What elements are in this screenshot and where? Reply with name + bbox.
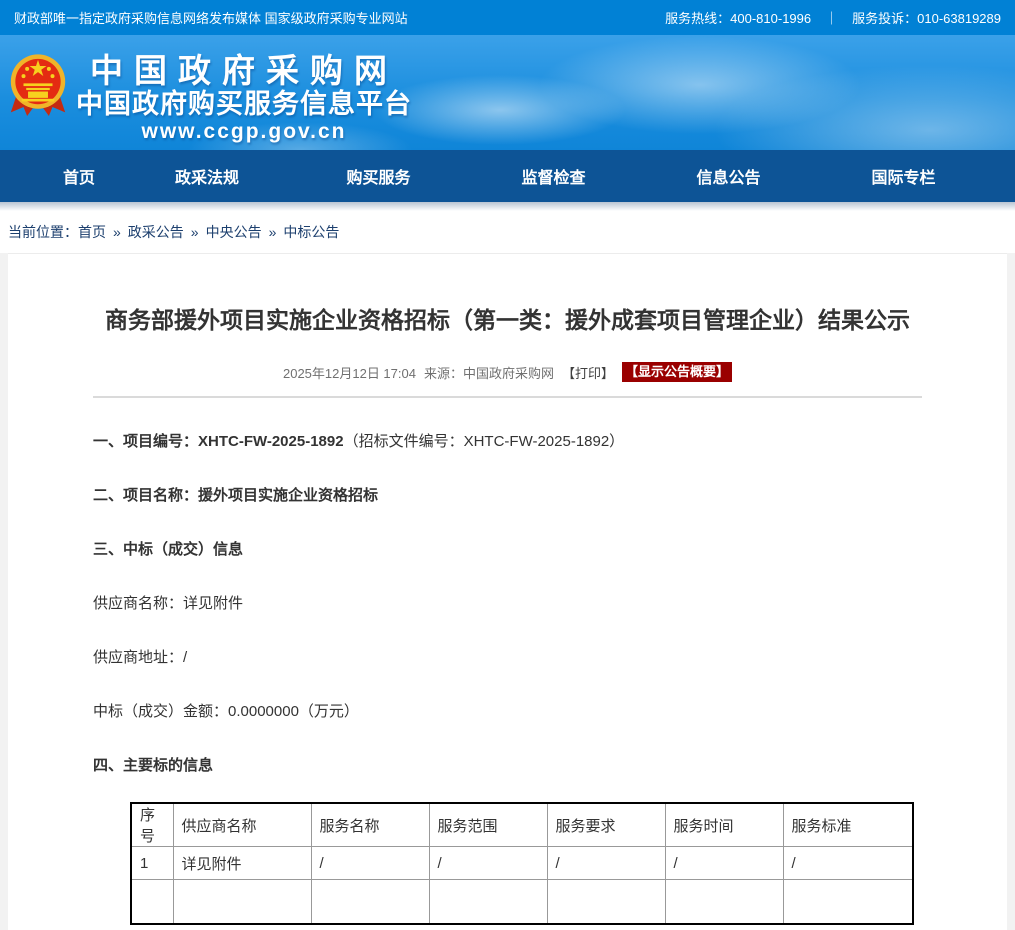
cell-empty [429,880,547,924]
col-header-seq: 序号 [131,803,173,847]
cell-service-requirement: / [547,847,665,880]
service-complaint: 服务投诉：010-63819289 [852,8,1001,27]
announcement-article: 商务部援外项目实施企业资格招标（第一类：援外成套项目管理企业）结果公示 2025… [8,254,1007,925]
publish-datetime: 2025年12月12日 17:04 [283,363,416,382]
title-divider [93,396,922,398]
section-supplier-name: 供应商名称：详见附件 [93,594,922,614]
cell-service-standard: / [783,847,913,880]
site-slogan: 财政部唯一指定政府采购信息网络发布媒体 国家级政府采购专业网站 [14,8,408,27]
col-header-service-scope: 服务范围 [429,803,547,847]
breadcrumb-procurement-notices[interactable]: 政采公告 [128,222,184,242]
table-row: 1 详见附件 / / / / / [131,847,913,880]
service-hotline: 服务热线：400-810-1996 [665,8,811,27]
cell-empty [783,880,913,924]
cell-service-scope: / [429,847,547,880]
nav-item-home[interactable]: 首页 [35,164,123,188]
cell-supplier: 详见附件 [173,847,311,880]
cell-service-name: / [311,847,429,880]
col-header-service-name: 服务名称 [311,803,429,847]
page-title: 商务部援外项目实施企业资格招标（第一类：援外成套项目管理企业）结果公示 [93,254,922,334]
breadcrumb-separator: » [191,224,199,240]
col-header-service-standard: 服务标准 [783,803,913,847]
cell-empty [665,880,783,924]
section-bold-text: 二、项目名称：援外项目实施企业资格招标 [93,487,378,504]
cell-seq: 1 [131,847,173,880]
breadcrumb-central-notices[interactable]: 中央公告 [206,222,262,242]
section-project-name: 二、项目名称：援外项目实施企业资格招标 [93,486,922,506]
section-project-number: 一、项目编号：XHTC-FW-2025-1892（招标文件编号：XHTC-FW-… [93,432,922,452]
breadcrumb-separator: » [113,224,121,240]
section-normal-text: 供应商地址：/ [93,649,187,666]
main-nav: 首页 政采法规 购买服务 监督检查 信息公告 国际专栏 [0,150,1015,202]
article-meta: 2025年12月12日 17:04 来源：中国政府采购网 【打印】 【显示公告概… [93,362,922,382]
table-row-empty [131,880,913,924]
table-header-row: 序号 供应商名称 服务名称 服务范围 服务要求 服务时间 服务标准 [131,803,913,847]
nav-item-international[interactable]: 国际专栏 [816,164,991,188]
cell-empty [173,880,311,924]
content-box: 商务部援外项目实施企业资格招标（第一类：援外成套项目管理企业）结果公示 2025… [8,253,1007,930]
breadcrumb-label: 当前位置： [8,222,78,242]
section-award-amount: 中标（成交）金额：0.0000000（万元） [93,702,922,722]
masthead: 中国政府采购网 中国政府购买服务信息平台 www.ccgp.gov.cn [0,35,1015,150]
site-name: 中国政府采购网 [76,53,412,89]
award-results-table: 序号 供应商名称 服务名称 服务范围 服务要求 服务时间 服务标准 1 详见附件… [130,802,914,925]
breadcrumb-home[interactable]: 首页 [78,222,106,242]
breadcrumb: 当前位置： 首页 » 政采公告 » 中央公告 » 中标公告 [0,211,1015,253]
site-subtitle: 中国政府购买服务信息平台 [76,89,412,120]
site-url: www.ccgp.gov.cn [76,120,412,144]
col-header-supplier: 供应商名称 [173,803,311,847]
nav-item-supervision[interactable]: 监督检查 [466,164,641,188]
nav-bottom-fade [0,202,1015,211]
breadcrumb-separator: » [269,224,277,240]
cell-empty [311,880,429,924]
section-bold-text: 一、项目编号：XHTC-FW-2025-1892 [93,433,344,450]
section-normal-text: 供应商名称：详见附件 [93,595,243,612]
nav-item-purchase-services[interactable]: 购买服务 [291,164,466,188]
print-button[interactable]: 【打印】 [562,363,614,382]
china-national-emblem-icon [9,51,67,123]
cell-empty [131,880,173,924]
cell-empty [547,880,665,924]
section-bold-text: 三、中标（成交）信息 [93,541,243,558]
show-summary-button[interactable]: 【显示公告概要】 [622,362,732,382]
site-brand[interactable]: 中国政府采购网 中国政府购买服务信息平台 www.ccgp.gov.cn [76,53,412,144]
breadcrumb-award-notices[interactable]: 中标公告 [283,222,339,242]
nav-item-announcements[interactable]: 信息公告 [641,164,816,188]
section-normal-text: 中标（成交）金额：0.0000000（万元） [93,703,359,720]
nav-item-regulations[interactable]: 政采法规 [123,164,291,188]
section-main-subject-info: 四、主要标的信息 [93,756,922,776]
col-header-service-requirement: 服务要求 [547,803,665,847]
section-bold-text: 四、主要标的信息 [93,757,213,774]
article-source: 来源：中国政府采购网 [424,363,554,382]
col-header-service-time: 服务时间 [665,803,783,847]
section-normal-text: （招标文件编号：XHTC-FW-2025-1892） [344,433,625,450]
top-utility-bar: 财政部唯一指定政府采购信息网络发布媒体 国家级政府采购专业网站 服务热线：400… [0,0,1015,35]
section-supplier-address: 供应商地址：/ [93,648,922,668]
cell-service-time: / [665,847,783,880]
topbar-separator: ｜ [825,8,838,27]
section-award-info: 三、中标（成交）信息 [93,540,922,560]
